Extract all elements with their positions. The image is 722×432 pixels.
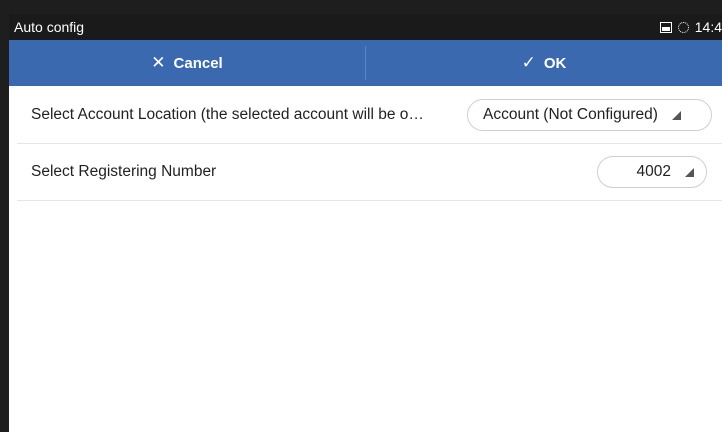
window-title: Auto config	[14, 19, 85, 35]
clock: 14:4	[694, 19, 722, 35]
ok-button[interactable]: ✓ OK	[366, 40, 722, 86]
account-location-value: Account (Not Configured)	[483, 106, 658, 123]
check-icon: ✓	[521, 53, 536, 72]
close-icon: ✕	[151, 53, 166, 72]
account-location-select[interactable]: Account (Not Configured)	[467, 99, 712, 131]
registering-number-value: 4002	[636, 163, 671, 180]
registering-number-row[interactable]: Select Registering Number 4002	[17, 144, 722, 201]
dropdown-arrow-icon	[671, 110, 681, 120]
account-location-row[interactable]: Select Account Location (the selected ac…	[17, 87, 722, 144]
cancel-button[interactable]: ✕ Cancel	[9, 40, 365, 86]
dropdown-arrow-icon	[685, 167, 694, 177]
cancel-label: Cancel	[173, 54, 223, 72]
registering-number-label: Select Registering Number	[31, 163, 217, 180]
ok-label: OK	[543, 54, 567, 72]
action-bar: ✕ Cancel ✓ OK	[9, 40, 722, 86]
image-notification-icon	[659, 21, 672, 33]
status-bar: Auto config 14:4	[9, 14, 722, 40]
status-icons: 14:4	[659, 14, 722, 40]
account-location-label: Select Account Location (the selected ac…	[31, 106, 424, 123]
sync-icon	[677, 21, 689, 33]
registering-number-select[interactable]: 4002	[597, 156, 707, 188]
auto-config-screen: Auto config 14:4 ✕ Cancel ✓ OK Select Ac…	[9, 14, 722, 432]
